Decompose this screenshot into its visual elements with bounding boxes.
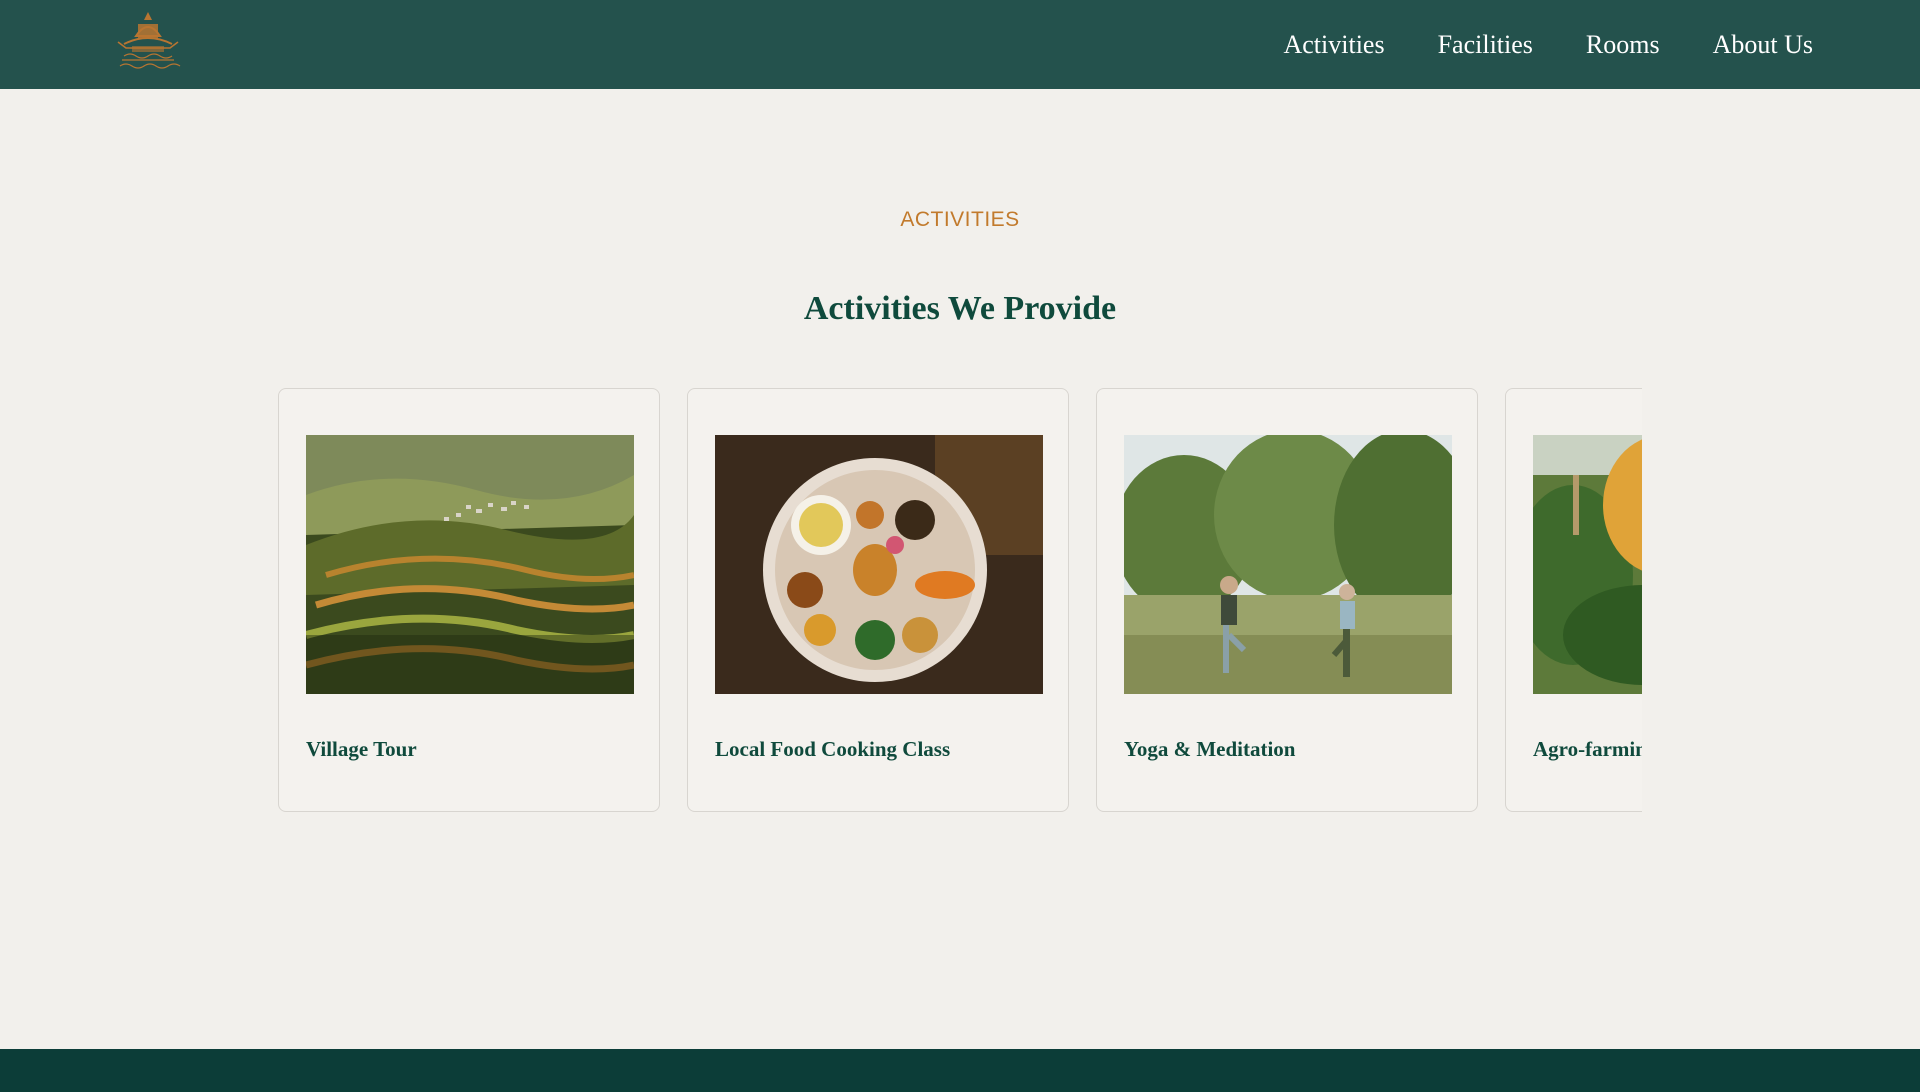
top-navbar: Activities Facilities Rooms About Us bbox=[0, 0, 1920, 89]
main-nav: Activities Facilities Rooms About Us bbox=[1283, 0, 1813, 89]
nav-about-us[interactable]: About Us bbox=[1713, 30, 1813, 60]
agro-farming-image bbox=[1533, 435, 1642, 694]
footer bbox=[0, 1049, 1920, 1092]
yoga-meditation-image bbox=[1124, 435, 1452, 694]
activity-card-village-tour[interactable]: Village Tour bbox=[278, 388, 660, 812]
activities-carousel[interactable]: Village Tour Local Food Cooking Class Yo… bbox=[278, 388, 1642, 816]
nav-rooms[interactable]: Rooms bbox=[1586, 30, 1660, 60]
cooking-class-image bbox=[715, 435, 1043, 694]
card-title: Yoga & Meditation bbox=[1124, 737, 1296, 761]
logo[interactable] bbox=[106, 6, 190, 70]
section-eyebrow: ACTIVITIES bbox=[900, 208, 1020, 231]
card-title: Agro-farming bbox=[1533, 737, 1642, 761]
card-title: Village Tour bbox=[306, 737, 417, 761]
activity-card-agro-farming[interactable]: Agro-farming bbox=[1505, 388, 1642, 812]
nav-facilities[interactable]: Facilities bbox=[1438, 30, 1533, 60]
temple-logo-icon bbox=[117, 12, 181, 69]
village-tour-image bbox=[306, 435, 634, 694]
activity-card-cooking-class[interactable]: Local Food Cooking Class bbox=[687, 388, 1069, 812]
activity-card-yoga[interactable]: Yoga & Meditation bbox=[1096, 388, 1478, 812]
nav-activities[interactable]: Activities bbox=[1283, 30, 1384, 60]
section-title: Activities We Provide bbox=[803, 290, 1117, 327]
carousel-track: Village Tour Local Food Cooking Class Yo… bbox=[278, 388, 1642, 816]
card-title: Local Food Cooking Class bbox=[715, 737, 951, 761]
